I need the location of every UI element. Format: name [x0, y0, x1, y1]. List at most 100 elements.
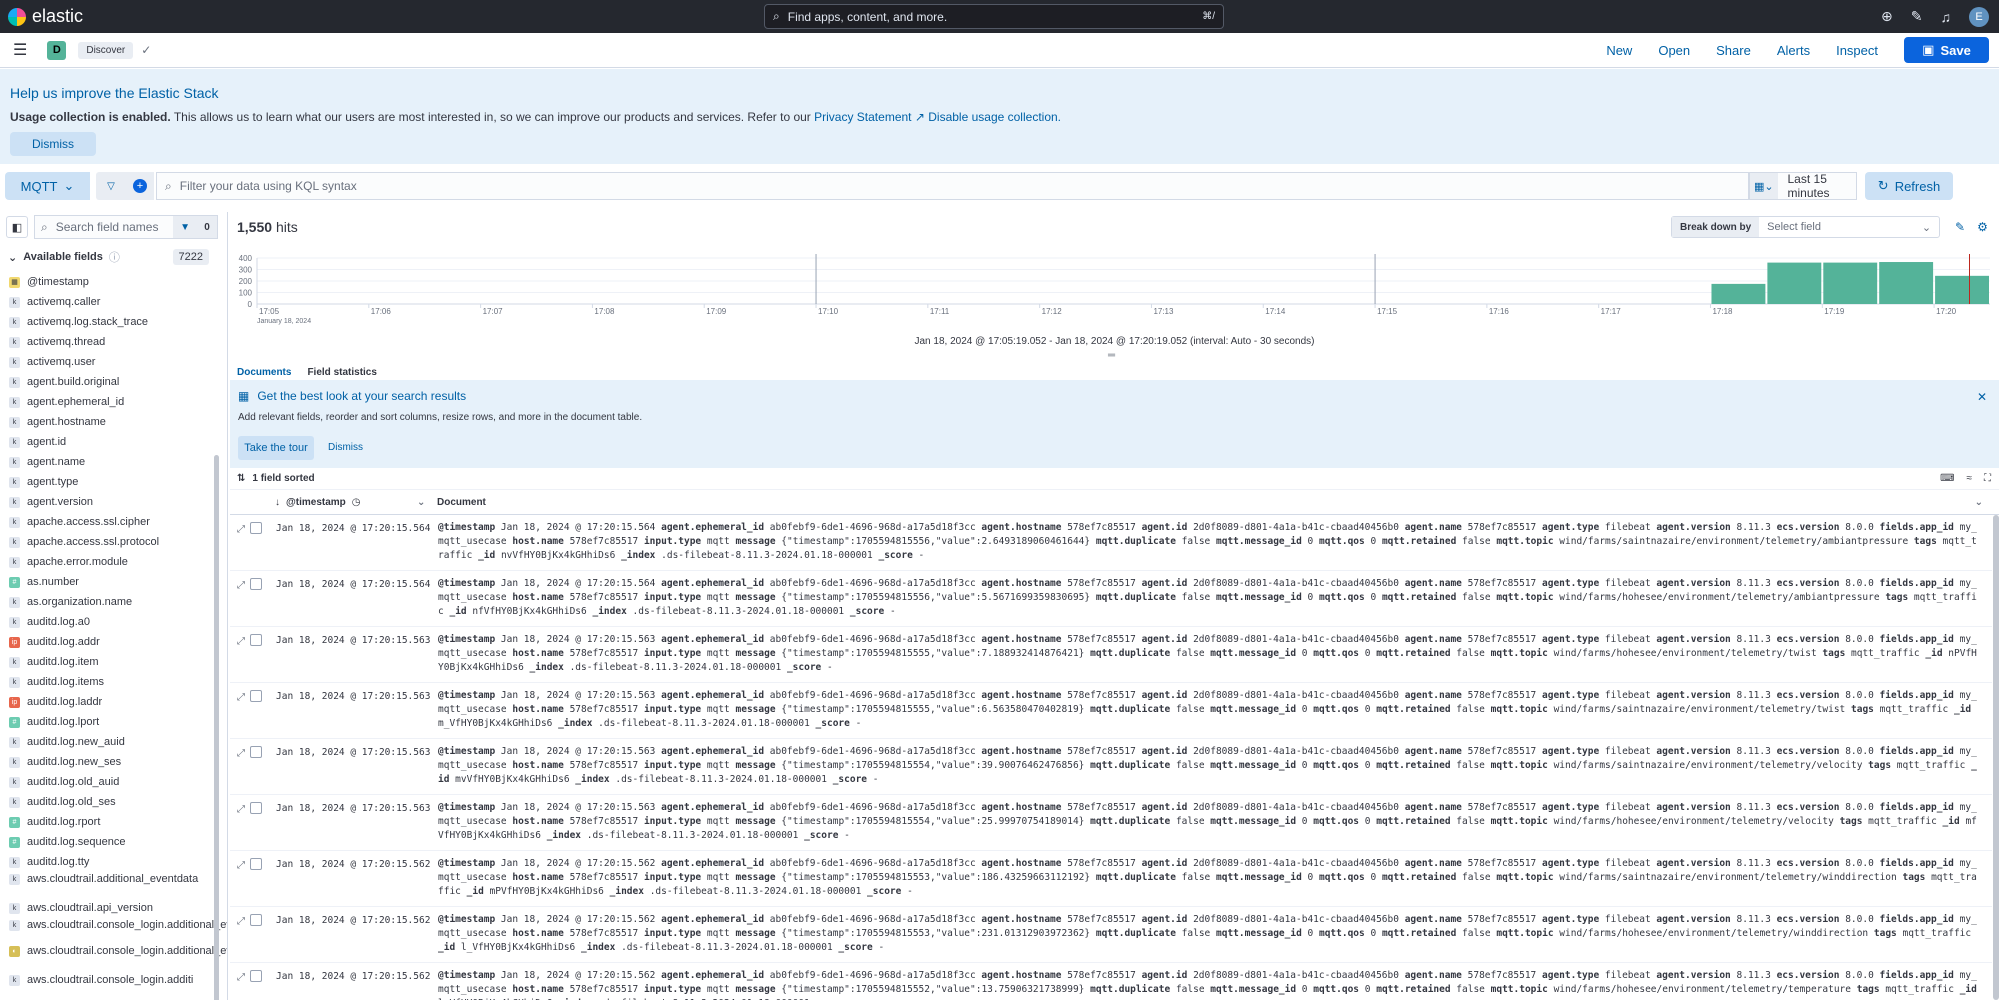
expand-row-icon[interactable]: ⤢ [237, 916, 245, 927]
row-checkbox[interactable] [250, 914, 262, 926]
news-icon[interactable]: ✎ [1911, 8, 1923, 25]
row-checkbox[interactable] [250, 522, 262, 534]
field-item[interactable]: # auditd.log.rport [0, 812, 227, 832]
field-item[interactable]: ◐ aws.cloudtrail.console_login.additional… [0, 944, 227, 970]
field-item[interactable]: k agent.version [0, 492, 227, 512]
field-item[interactable]: k auditd.log.a0 [0, 612, 227, 632]
table-row[interactable]: ⤢ Jan 18, 2024 @ 17:20:15.562 @timestamp J… [230, 907, 1992, 963]
table-row[interactable]: ⤢ Jan 18, 2024 @ 17:20:15.563 @timestamp J… [230, 683, 1992, 739]
chevron-down-icon[interactable]: ✓ [141, 43, 151, 57]
collapse-sidebar-button[interactable]: ◧ [6, 216, 28, 238]
field-item[interactable]: k aws.cloudtrail.console_login.additi [0, 970, 227, 990]
expand-row-icon[interactable]: ⤢ [237, 972, 245, 983]
column-header-document[interactable]: Document [437, 497, 486, 508]
date-picker[interactable]: ▦⌄ Last 15 minutes [1749, 172, 1857, 200]
take-tour-button[interactable]: Take the tour [238, 436, 314, 460]
row-checkbox[interactable] [250, 634, 262, 646]
refresh-button[interactable]: ↻ Refresh [1865, 172, 1953, 200]
row-checkbox[interactable] [250, 802, 262, 814]
row-checkbox[interactable] [250, 746, 262, 758]
disable-usage-link[interactable]: Disable usage collection. [928, 110, 1061, 124]
global-search-input[interactable]: ⌕ Find apps, content, and more. ⌘/ [764, 4, 1224, 29]
field-item[interactable]: k aws.cloudtrail.console_login.additional… [0, 918, 227, 944]
breadcrumb[interactable]: Discover [78, 41, 134, 59]
field-item[interactable]: k apache.access.ssl.cipher [0, 512, 227, 532]
new-link[interactable]: New [1606, 43, 1632, 58]
alerts-link[interactable]: Alerts [1777, 43, 1810, 58]
chevron-down-icon[interactable]: ⌄ [417, 497, 425, 508]
table-row[interactable]: ⤢ Jan 18, 2024 @ 17:20:15.563 @timestamp J… [230, 739, 1992, 795]
table-row[interactable]: ⤢ Jan 18, 2024 @ 17:20:15.563 @timestamp J… [230, 627, 1992, 683]
expand-row-icon[interactable]: ⤢ [237, 580, 245, 591]
field-item[interactable]: k auditd.log.tty [0, 852, 227, 872]
open-link[interactable]: Open [1658, 43, 1690, 58]
expand-row-icon[interactable]: ⤢ [237, 860, 245, 871]
expand-row-icon[interactable]: ⤢ [237, 636, 245, 647]
close-icon[interactable]: ✕ [1977, 390, 1987, 404]
field-item[interactable]: k auditd.log.old_ses [0, 792, 227, 812]
table-row[interactable]: ⤢ Jan 18, 2024 @ 17:20:15.562 @timestamp J… [230, 963, 1992, 1000]
user-avatar[interactable]: E [1969, 6, 1989, 27]
expand-row-icon[interactable]: ⤢ [237, 692, 245, 703]
field-item[interactable]: ▦ @timestamp [0, 272, 227, 292]
row-checkbox[interactable] [250, 578, 262, 590]
field-item[interactable]: k as.organization.name [0, 592, 227, 612]
field-search-input[interactable]: ⌕ Search field names ▼ 0 [34, 215, 218, 239]
table-row[interactable]: ⤢ Jan 18, 2024 @ 17:20:15.564 @timestamp J… [230, 571, 1992, 627]
share-link[interactable]: Share [1716, 43, 1751, 58]
notifications-icon[interactable]: ♫ [1941, 9, 1952, 25]
menu-icon[interactable]: ☰ [13, 40, 27, 60]
fullscreen-icon[interactable]: ⛶ [1984, 473, 1991, 484]
breakdown-selector[interactable]: Break down by Select field ⌄ [1671, 216, 1941, 238]
field-item[interactable]: ip auditd.log.laddr [0, 692, 227, 712]
field-item[interactable]: # as.number [0, 572, 227, 592]
row-checkbox[interactable] [250, 690, 262, 702]
calendar-icon[interactable]: ▦⌄ [1750, 173, 1778, 199]
table-scrollbar[interactable] [1993, 515, 1999, 1000]
chart-edit-icon[interactable]: ✎ [1955, 220, 1965, 234]
chevron-down-icon[interactable]: ⌄ [1975, 497, 1983, 508]
resize-handle-icon[interactable]: ═ [1108, 350, 1115, 361]
elastic-logo[interactable]: elastic [8, 6, 83, 27]
field-item[interactable]: k auditd.log.new_ses [0, 752, 227, 772]
table-row[interactable]: ⤢ Jan 18, 2024 @ 17:20:15.563 @timestamp J… [230, 795, 1992, 851]
keyboard-shortcuts-icon[interactable]: ⌨ [1940, 473, 1954, 484]
field-item[interactable]: k aws.cloudtrail.additional_eventdata [0, 872, 227, 898]
field-item[interactable]: k agent.ephemeral_id [0, 392, 227, 412]
dismiss-button[interactable]: Dismiss [10, 132, 96, 156]
space-avatar[interactable]: D [47, 40, 67, 60]
sidebar-scrollbar[interactable] [214, 455, 219, 1000]
field-item[interactable]: k agent.name [0, 452, 227, 472]
field-item[interactable]: # auditd.log.sequence [0, 832, 227, 852]
field-item[interactable]: k aws.cloudtrail.api_version [0, 898, 227, 918]
field-item[interactable]: k auditd.log.old_auid [0, 772, 227, 792]
filter-menu-button[interactable]: ▽ [96, 172, 126, 200]
breakdown-field-select[interactable]: Select field ⌄ [1759, 221, 1939, 234]
help-icon[interactable]: ⊕ [1881, 8, 1893, 25]
field-item[interactable]: k auditd.log.new_auid [0, 732, 227, 752]
field-item[interactable]: k agent.id [0, 432, 227, 452]
kql-search-input[interactable]: ⌕ Filter your data using KQL syntax [156, 172, 1749, 200]
expand-row-icon[interactable]: ⤢ [237, 524, 245, 535]
expand-row-icon[interactable]: ⤢ [237, 748, 245, 759]
display-settings-icon[interactable]: ≈ [1967, 473, 1973, 484]
row-checkbox[interactable] [250, 858, 262, 870]
field-item[interactable]: k apache.error.module [0, 552, 227, 572]
table-row[interactable]: ⤢ Jan 18, 2024 @ 17:20:15.562 @timestamp J… [230, 851, 1992, 907]
inspect-link[interactable]: Inspect [1836, 43, 1878, 58]
row-checkbox[interactable] [250, 970, 262, 982]
column-header-timestamp[interactable]: ↓ @timestamp ◷ [275, 497, 361, 508]
field-item[interactable]: k apache.access.ssl.protocol [0, 532, 227, 552]
privacy-statement-link[interactable]: Privacy Statement [814, 110, 911, 124]
field-item[interactable]: ip auditd.log.addr [0, 632, 227, 652]
field-item[interactable]: k activemq.user [0, 352, 227, 372]
field-item[interactable]: k auditd.log.items [0, 672, 227, 692]
field-item[interactable]: k activemq.caller [0, 292, 227, 312]
field-item[interactable]: k agent.build.original [0, 372, 227, 392]
sort-indicator[interactable]: ⇅ 1 field sorted ⌨ ≈ ⛶ [230, 468, 1999, 490]
field-filter-button[interactable]: ▼ 0 [173, 216, 217, 238]
field-item[interactable]: k activemq.thread [0, 332, 227, 352]
date-range-label[interactable]: Last 15 minutes [1778, 172, 1857, 200]
save-button[interactable]: ▣ Save [1904, 37, 1989, 63]
tour-dismiss-button[interactable]: Dismiss [328, 442, 363, 453]
